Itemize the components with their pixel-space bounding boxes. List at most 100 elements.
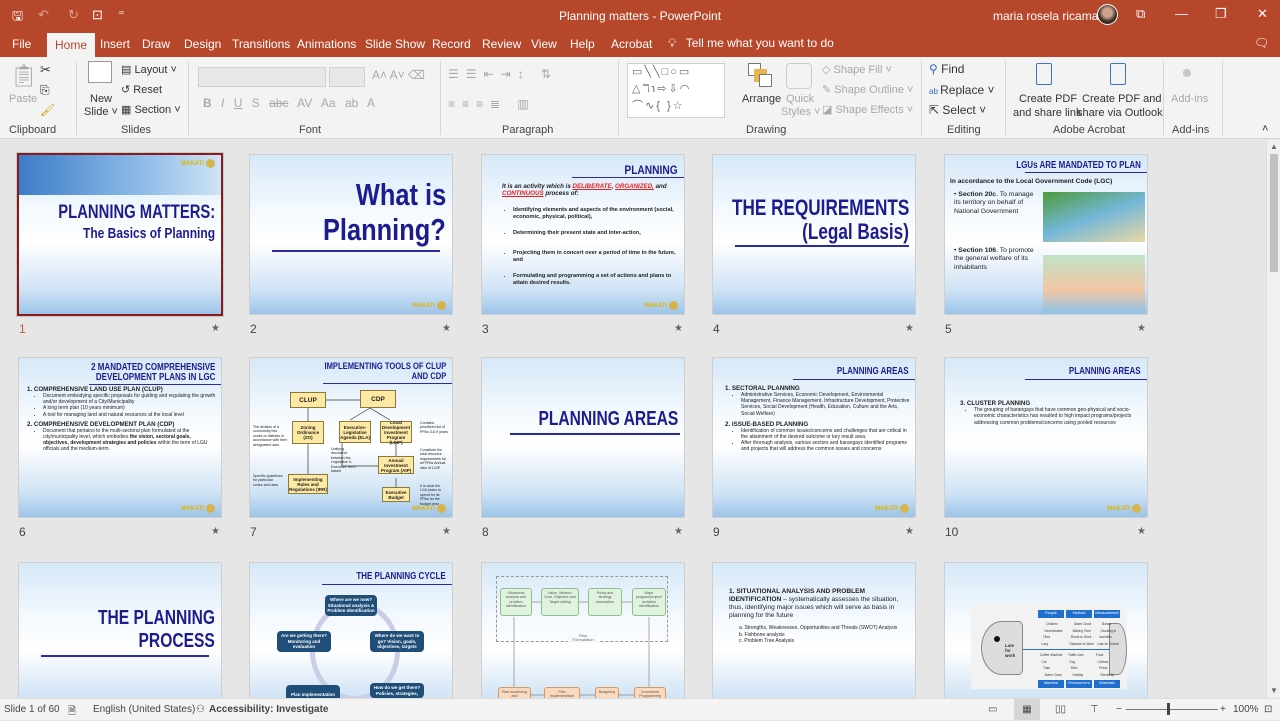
italic-button[interactable]: I [221, 96, 224, 110]
shapes-gallery[interactable]: ▭╲╲□○▭ △ℸ℩⇨⇩◠ ⌒∿{ }☆ [627, 63, 725, 118]
star-icon[interactable]: ★ [1137, 323, 1146, 334]
copy-icon[interactable]: ⎘ [40, 83, 50, 98]
fit-to-window-icon[interactable]: ⊡ [1264, 704, 1272, 715]
tab-help[interactable]: Help [570, 37, 595, 51]
highlight-button[interactable]: ab [345, 96, 358, 110]
format-painter-icon[interactable]: 🖌︎ [40, 103, 55, 117]
new-slide-button[interactable]: New [90, 93, 112, 105]
tab-slide-show[interactable]: Slide Show [365, 37, 425, 51]
close-button[interactable]: ✕ [1257, 6, 1268, 22]
strikethrough-button[interactable]: abc [269, 96, 288, 110]
font-size-input[interactable] [329, 67, 365, 87]
star-icon[interactable]: ★ [442, 526, 451, 537]
create-pdf-outlook-button[interactable]: Create PDF and [1082, 93, 1161, 105]
language-indicator[interactable]: English (United States) [93, 704, 195, 715]
section-button[interactable]: ▦ Section ˅ [121, 103, 181, 116]
addins-icon[interactable] [1183, 69, 1191, 77]
pdf-link-icon[interactable] [1036, 63, 1052, 85]
user-name[interactable]: maria rosela ricamara [993, 9, 1109, 23]
underline-button[interactable]: U [234, 96, 243, 110]
slide-sorter-view-icon[interactable]: ▦ [1014, 699, 1040, 720]
slide-thumbnail-1[interactable]: PLANNING MATTERS: The Basics of Planning… [19, 155, 221, 314]
new-slide-icon[interactable] [88, 61, 112, 83]
cut-icon[interactable]: ✂ [40, 62, 51, 78]
create-pdf-share-link-button[interactable]: Create PDF [1019, 93, 1077, 105]
pdf-mail-icon[interactable] [1110, 63, 1126, 85]
quick-styles-icon[interactable] [786, 63, 812, 89]
font-grow-shrink-icons[interactable]: A˄ A˅ ⌫ [372, 68, 425, 82]
shadow-button[interactable]: S [252, 96, 260, 110]
tell-me-search[interactable]: 💡︎ Tell me what you want to do [668, 36, 834, 51]
accessibility-status[interactable]: Accessibility: Investigate [209, 704, 329, 715]
font-color-button[interactable]: A [367, 96, 375, 110]
tab-design[interactable]: Design [184, 37, 221, 51]
ribbon-display-icon[interactable]: ⧉ [1136, 6, 1145, 22]
shape-effects-button[interactable]: ◪ Shape Effects ˅ [822, 103, 913, 116]
tab-insert[interactable]: Insert [100, 37, 130, 51]
paste-icon[interactable]: 📋︎ [10, 63, 38, 89]
alignment-icons[interactable]: ≡≡≡≣ ▥ [448, 97, 536, 111]
star-icon[interactable]: ★ [211, 526, 220, 537]
reset-button[interactable]: ↺ Reset [121, 83, 162, 96]
zoom-in-button[interactable]: + [1220, 704, 1226, 715]
tab-view[interactable]: View [531, 37, 557, 51]
shape-fill-button[interactable]: ◇ Shape Fill ˅ [822, 63, 892, 76]
list-indent-icons[interactable]: ☰☰⇤⇥↕ ⇅ [448, 67, 558, 81]
font-format-buttons[interactable]: B I U S abc AV Aa ab A [203, 96, 375, 110]
arrange-button[interactable]: Arrange [742, 93, 781, 105]
addins-button[interactable]: Add-ins [1171, 93, 1208, 105]
slide-thumbnail-8[interactable]: PLANNING AREAS [482, 358, 684, 517]
slide-thumbnail-11[interactable]: THE PLANNING PROCESS [19, 563, 221, 698]
star-icon[interactable]: ★ [211, 323, 220, 334]
tab-review[interactable]: Review [482, 37, 521, 51]
slide-thumbnail-2[interactable]: What is Planning? MAKATI [250, 155, 452, 314]
tab-file[interactable]: File [12, 37, 31, 51]
collapse-ribbon-icon[interactable]: ˄ [1262, 123, 1268, 135]
paste-button[interactable]: Paste [9, 93, 37, 105]
slide-thumbnail-6[interactable]: 2 MANDATED COMPREHENSIVE DEVELOPMENT PLA… [19, 358, 221, 517]
scrollbar-thumb[interactable] [1270, 154, 1278, 272]
quick-styles-button[interactable]: Quick [786, 93, 814, 105]
slide-thumbnail-5[interactable]: LGUs ARE MANDATED TO PLAN In accordance … [945, 155, 1147, 314]
tab-record[interactable]: Record [432, 37, 471, 51]
new-slide-dropdown[interactable]: Slide ˅ [84, 106, 118, 118]
slide-thumbnail-3[interactable]: PLANNING It is an activity which is DELI… [482, 155, 684, 314]
avatar[interactable] [1097, 4, 1118, 25]
shape-outline-button[interactable]: ✎ Shape Outline ˅ [822, 83, 913, 96]
bold-button[interactable]: B [203, 96, 212, 110]
zoom-slider-thumb[interactable] [1167, 703, 1170, 715]
arrange-icon[interactable] [748, 63, 772, 87]
replace-button[interactable]: ab Replace ˅ [929, 83, 995, 97]
slide-thumbnail-7[interactable]: IMPLEMENTING TOOLS OF CLUP AND CDP CLUP … [250, 358, 452, 517]
zoom-out-button[interactable]: − [1116, 704, 1122, 715]
accessibility-icon[interactable]: ⚇ [196, 704, 205, 715]
minimize-button[interactable]: — [1175, 6, 1188, 21]
maximize-button[interactable]: ❐ [1215, 6, 1227, 22]
slide-thumbnail-4[interactable]: THE REQUIREMENTS (Legal Basis) [713, 155, 915, 314]
star-icon[interactable]: ★ [905, 526, 914, 537]
create-pdf-share-link-button-line2[interactable]: and share link [1013, 107, 1082, 119]
change-case-button[interactable]: Aa [321, 96, 336, 110]
character-spacing-button[interactable]: AV [297, 96, 312, 110]
notes-icon[interactable]: 🗎︎ [68, 704, 76, 721]
slide-thumbnail-13[interactable]: Situational Analysis and problem identif… [482, 563, 684, 698]
slide-thumbnail-10[interactable]: PLANNING AREAS 3. CLUSTER PLANNING The g… [945, 358, 1147, 517]
star-icon[interactable]: ★ [674, 526, 683, 537]
quick-styles-dropdown[interactable]: Styles ˅ [781, 106, 820, 118]
zoom-level[interactable]: 100% [1233, 704, 1259, 715]
create-pdf-outlook-button-line2[interactable]: share via Outlook [1077, 107, 1163, 119]
vertical-scrollbar[interactable]: ▲ ▼ [1266, 140, 1280, 698]
scroll-up-icon[interactable]: ▲ [1270, 142, 1278, 151]
find-button[interactable]: ⚲ Find [929, 62, 964, 76]
tab-draw[interactable]: Draw [142, 37, 170, 51]
tab-acrobat[interactable]: Acrobat [611, 37, 652, 51]
slide-thumbnail-9[interactable]: PLANNING AREAS 1. SECTORAL PLANNING Admi… [713, 358, 915, 517]
tab-animations[interactable]: Animations [297, 37, 356, 51]
slide-thumbnail-12[interactable]: THE PLANNING CYCLE Where are we now? Sit… [250, 563, 452, 698]
tab-home[interactable]: Home [47, 33, 96, 57]
slideshow-view-icon[interactable]: ⊤ [1090, 704, 1099, 715]
star-icon[interactable]: ★ [905, 323, 914, 334]
slide-thumbnail-15[interactable]: Late for work People Method Measurement … [945, 563, 1147, 698]
comments-icon[interactable]: 🗨︎ [1254, 36, 1269, 50]
star-icon[interactable]: ★ [442, 323, 451, 334]
